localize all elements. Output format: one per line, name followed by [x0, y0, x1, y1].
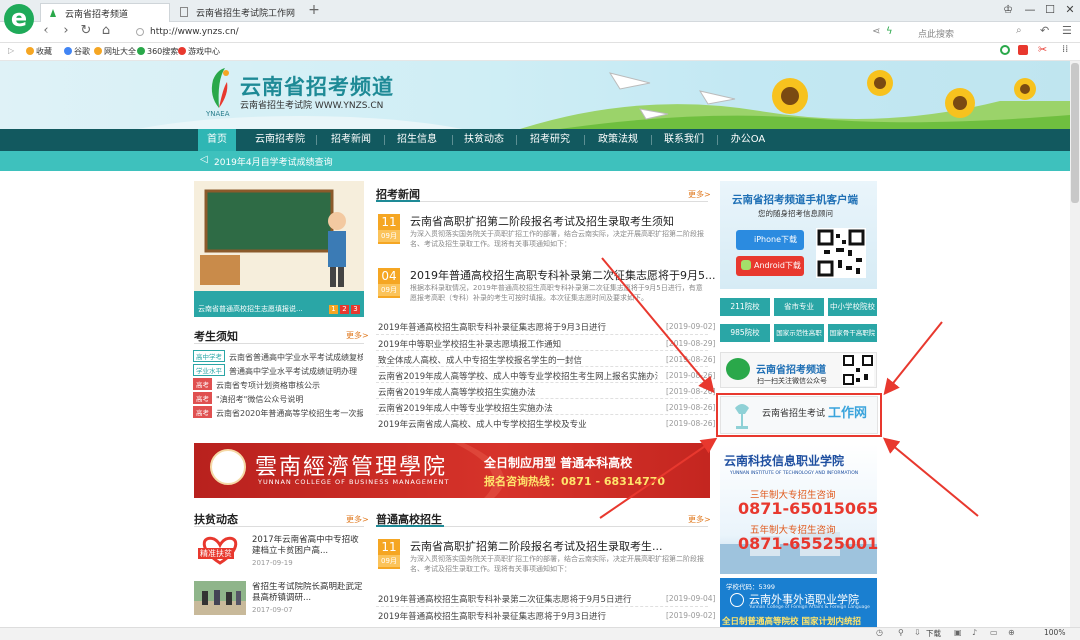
zoom-level[interactable]: 100% — [1044, 628, 1065, 637]
download-icon[interactable]: ⇩ — [914, 628, 921, 637]
download-label[interactable]: 下载 — [926, 628, 941, 639]
zoom-icon[interactable]: ⊕ — [1008, 628, 1015, 637]
browser-logo-icon[interactable]: e — [4, 4, 34, 34]
clock-icon[interactable]: ◷ — [876, 628, 883, 637]
annotation-arrows — [599, 257, 979, 519]
speaker-icon[interactable]: ♪ — [972, 628, 977, 637]
scrollbar-thumb[interactable] — [1071, 63, 1079, 203]
window-icon[interactable]: ▭ — [990, 628, 998, 637]
arrow-icon — [601, 257, 715, 394]
pin-icon[interactable]: ⚲ — [898, 628, 904, 637]
arrow-icon — [883, 321, 943, 396]
arrow-icon — [599, 437, 718, 519]
page-scrollbar[interactable] — [1070, 61, 1080, 627]
arrow-icon — [882, 437, 979, 517]
image-icon[interactable]: ▣ — [954, 628, 962, 637]
